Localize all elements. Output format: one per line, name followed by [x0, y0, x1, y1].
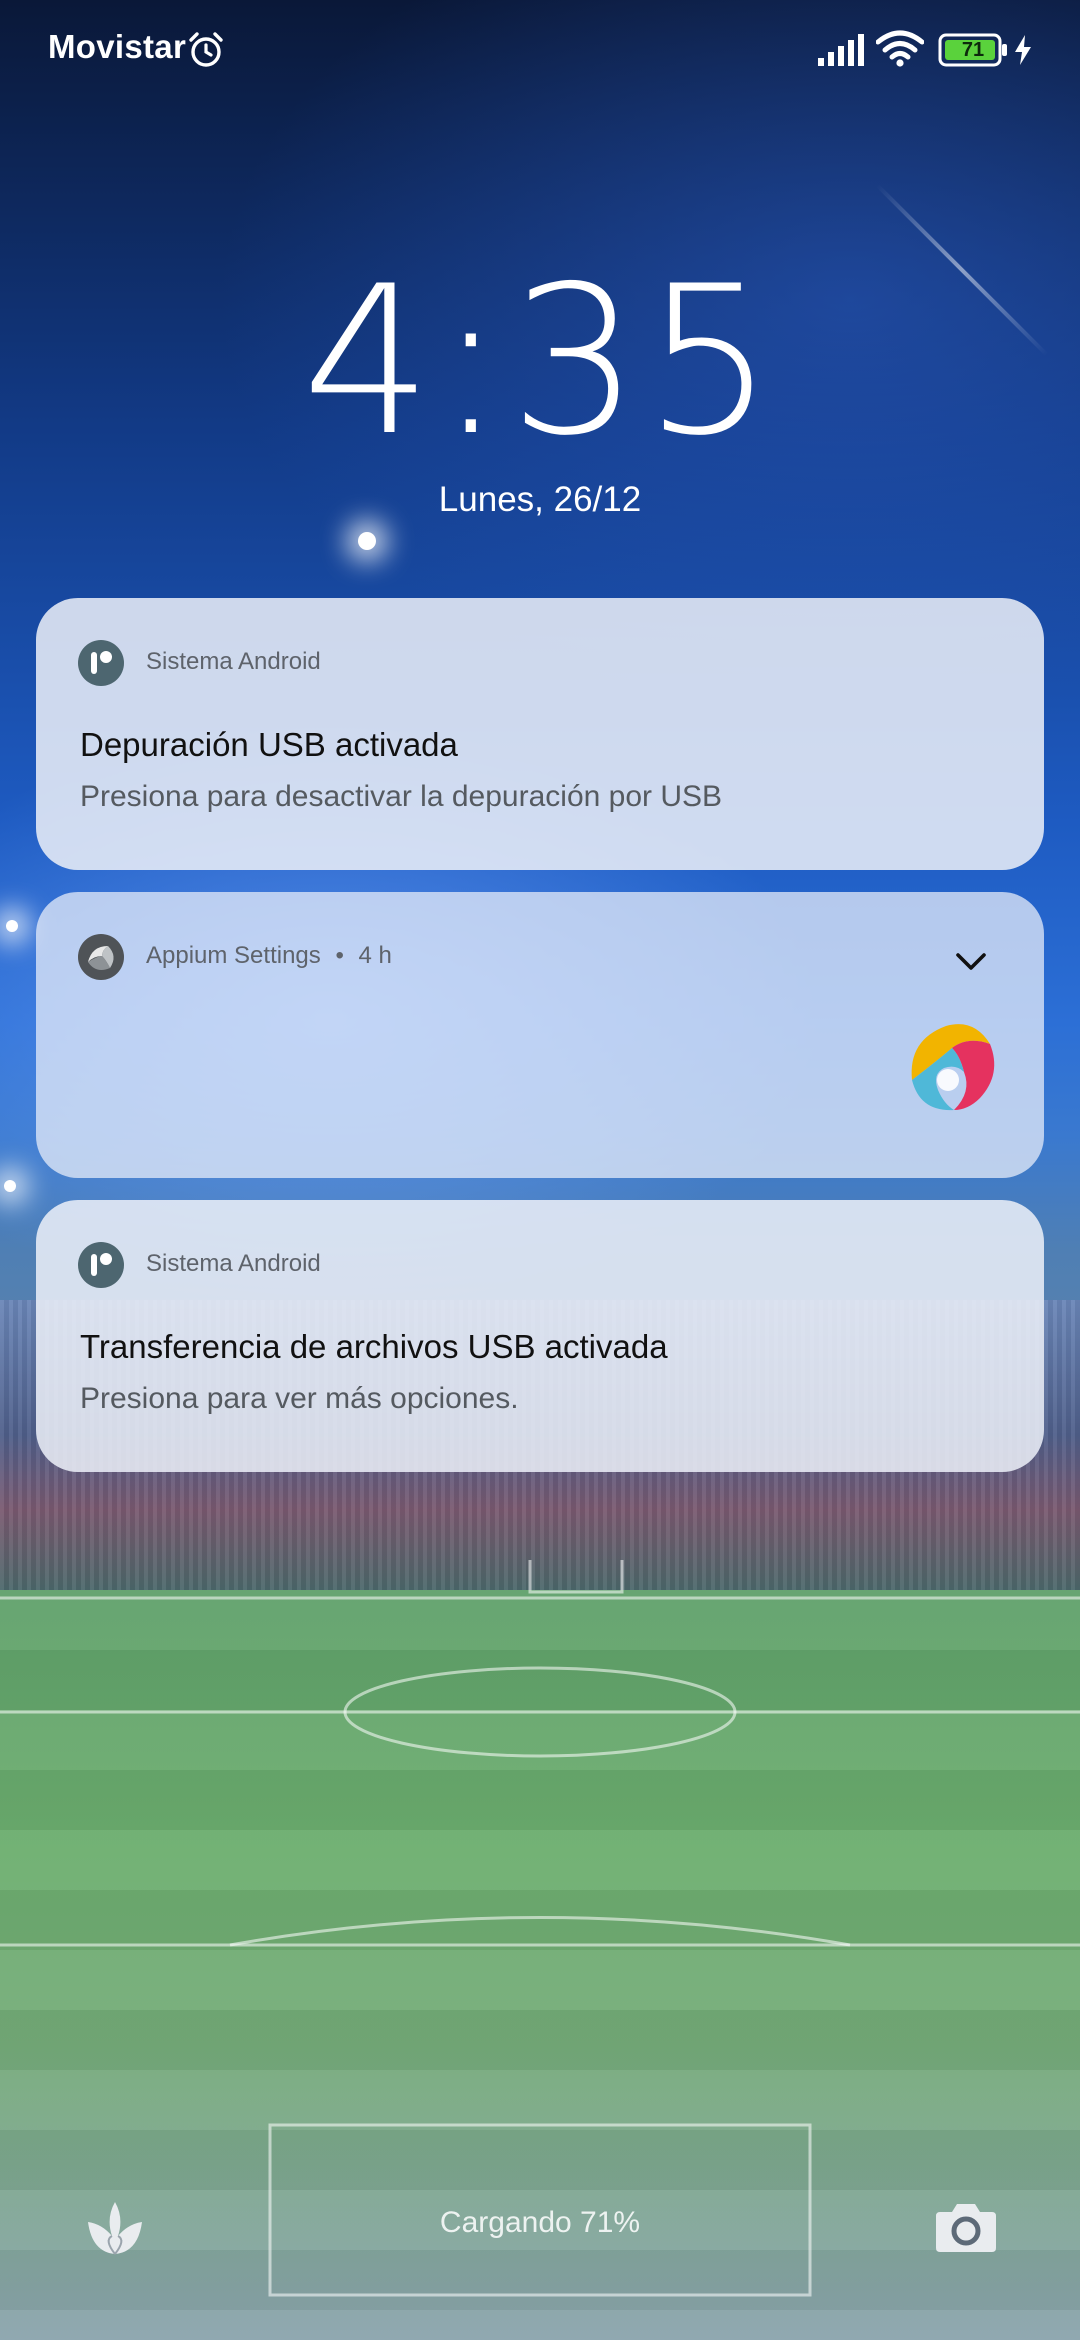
- android-system-icon: [78, 1242, 124, 1288]
- notification-app-name: Sistema Android: [146, 648, 321, 675]
- notification-usb-debugging[interactable]: Sistema Android Depuración USB activada …: [36, 598, 1044, 870]
- stadium-light: [4, 1180, 16, 1192]
- notification-usb-file-transfer[interactable]: Sistema Android Transferencia de archivo…: [36, 1200, 1044, 1472]
- alarm-icon: [189, 32, 223, 67]
- stadium-light: [358, 532, 376, 550]
- android-system-icon: [78, 640, 124, 686]
- notification-app-name: Sistema Android: [146, 1250, 321, 1277]
- camera-icon[interactable]: [934, 2198, 998, 2254]
- appium-icon: [78, 934, 124, 980]
- carrier-name: Movistar: [48, 28, 187, 65]
- chevron-down-icon[interactable]: [948, 938, 994, 984]
- notification-appium-settings[interactable]: Appium Settings • 4 h: [36, 892, 1044, 1178]
- lock-clock: 4:35: [301, 243, 779, 481]
- charging-bolt-icon: [1015, 35, 1031, 65]
- appium-logo: [911, 1024, 995, 1111]
- stadium-light: [6, 920, 18, 932]
- notification-app-name-text: Appium Settings: [146, 942, 321, 969]
- notification-title: Transferencia de archivos USB activada: [80, 1328, 668, 1365]
- status-bar: Movistar 71: [0, 0, 1080, 100]
- signal-icon: [818, 34, 864, 66]
- lock-date: Lunes, 26/12: [438, 480, 642, 519]
- charging-status: Cargando 71%: [439, 2206, 641, 2239]
- notification-title: Depuración USB activada: [80, 726, 458, 763]
- notification-app-name: Appium Settings • 4 h: [146, 942, 392, 970]
- notification-time: 4 h: [358, 942, 392, 969]
- notification-text: Presiona para desactivar la depuración p…: [80, 780, 723, 813]
- notification-separator: •: [335, 942, 344, 969]
- notification-text: Presiona para ver más opciones.: [80, 1382, 519, 1415]
- wifi-icon: [876, 30, 924, 67]
- battery-level: 71: [961, 39, 985, 61]
